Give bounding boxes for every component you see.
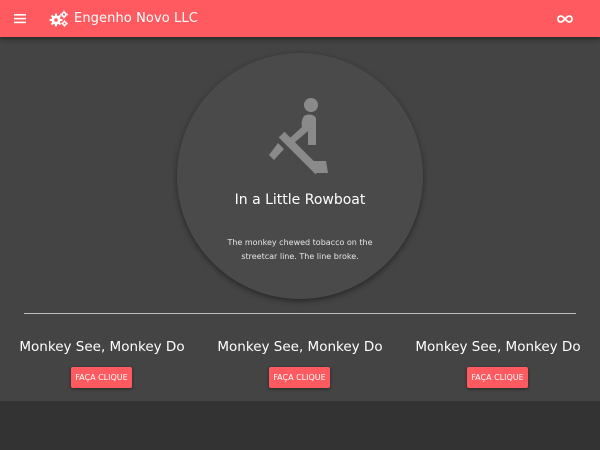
page-footer-area	[0, 401, 600, 450]
feature-title: Monkey See, Monkey Do	[217, 339, 383, 355]
hero-description: The monkey chewed tobacco on the streetc…	[227, 238, 373, 261]
hero-card: In a Little Rowboat The monkey chewed to…	[177, 53, 423, 299]
section-divider	[24, 313, 576, 314]
click-button[interactable]: FAÇA CLIQUE	[71, 367, 132, 388]
main-content: In a Little Rowboat The monkey chewed to…	[0, 37, 600, 401]
click-button[interactable]: FAÇA CLIQUE	[467, 367, 528, 388]
rowing-icon	[266, 97, 334, 175]
menu-icon[interactable]	[12, 10, 30, 27]
gears-icon	[49, 10, 69, 28]
hero-title: In a Little Rowboat	[234, 192, 366, 208]
click-button[interactable]: FAÇA CLIQUE	[269, 367, 330, 388]
feature-title: Monkey See, Monkey Do	[19, 339, 185, 355]
feature-title: Monkey See, Monkey Do	[415, 339, 581, 355]
app-title: Engenho Novo LLC	[74, 11, 198, 26]
top-app-bar: Engenho Novo LLC	[0, 0, 600, 37]
infinity-icon[interactable]	[557, 11, 573, 25]
